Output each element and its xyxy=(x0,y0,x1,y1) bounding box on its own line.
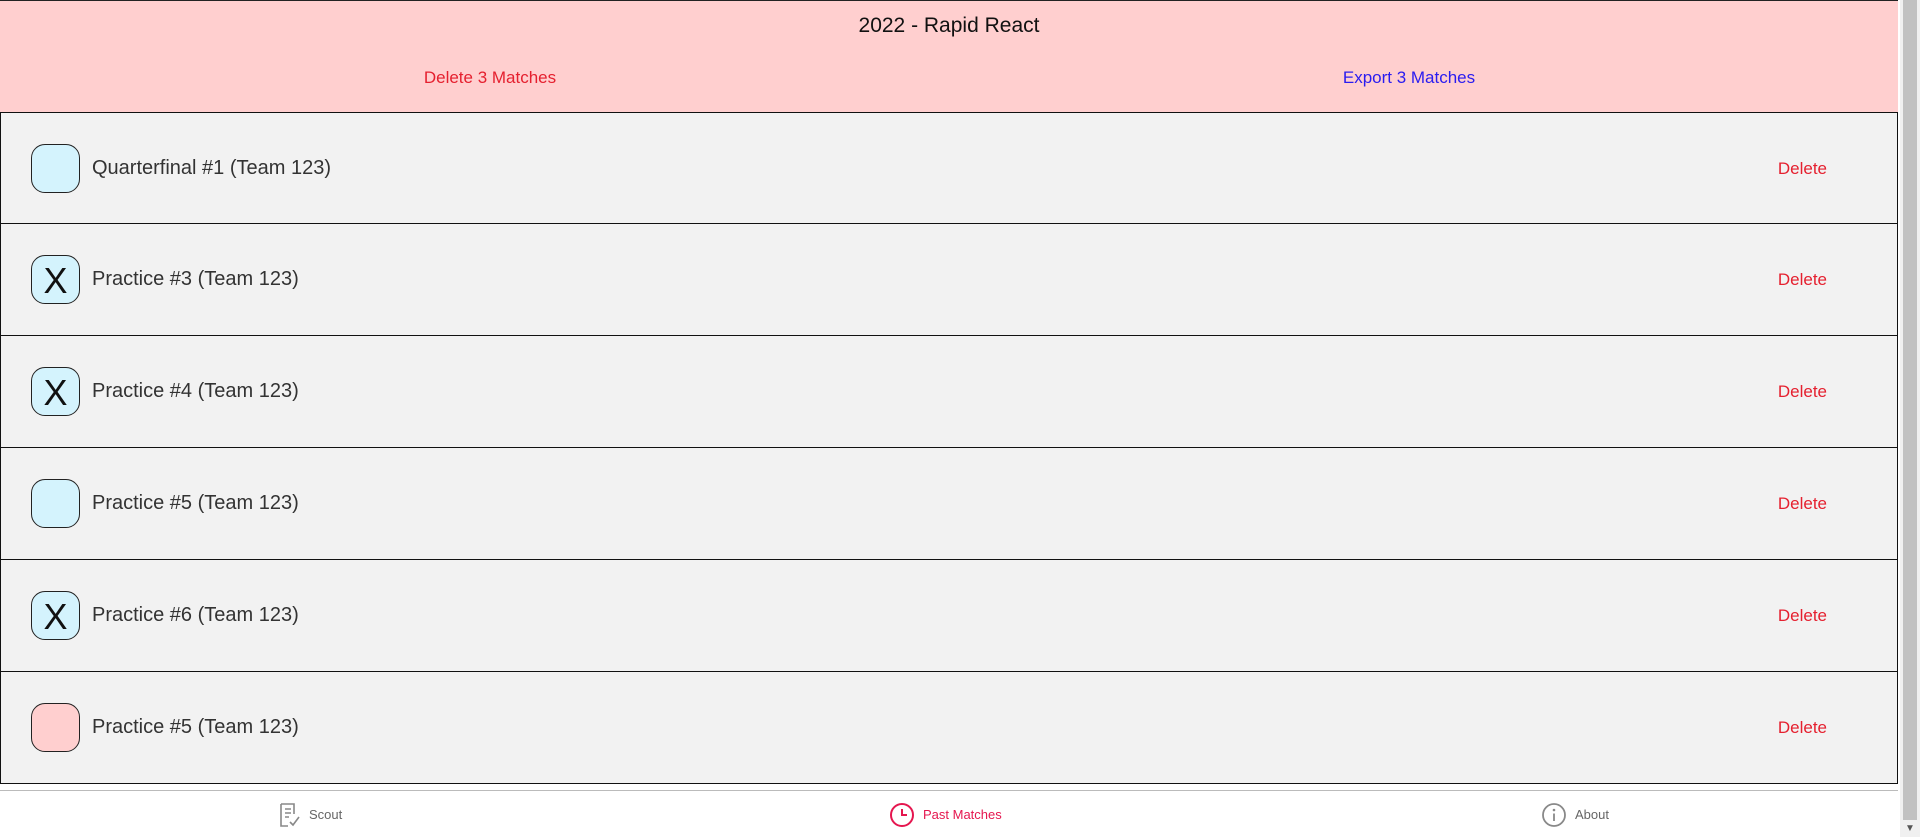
app-page: 2022 - Rapid React Delete 3 Matches Expo… xyxy=(0,0,1898,838)
tab-about[interactable]: About xyxy=(1541,791,1609,838)
tab-scout[interactable]: Scout xyxy=(277,791,342,838)
match-label[interactable]: Practice #3 (Team 123) xyxy=(92,268,299,291)
match-label[interactable]: Practice #4 (Team 123) xyxy=(92,380,299,403)
match-select-checkbox[interactable] xyxy=(31,479,80,528)
tab-past-matches[interactable]: Past Matches xyxy=(889,791,1002,838)
match-row: X Practice #4 (Team 123) Delete xyxy=(0,336,1898,448)
bottom-tab-bar: Scout Past Matches About xyxy=(0,790,1898,838)
tab-label: Scout xyxy=(309,807,343,822)
tab-label: About xyxy=(1575,807,1609,822)
match-label[interactable]: Practice #5 (Team 123) xyxy=(92,492,299,515)
export-selected-button[interactable]: Export 3 Matches xyxy=(920,68,1898,88)
scrollbar-thumb[interactable] xyxy=(1903,0,1917,820)
match-label[interactable]: Practice #6 (Team 123) xyxy=(92,604,299,627)
vertical-scrollbar[interactable]: ▼ xyxy=(1900,0,1920,837)
match-row: X Practice #3 (Team 123) Delete xyxy=(0,224,1898,336)
match-select-checkbox[interactable] xyxy=(31,144,80,193)
tab-label: Past Matches xyxy=(923,807,1002,822)
match-delete-button[interactable]: Delete xyxy=(1778,606,1827,626)
info-icon xyxy=(1542,802,1566,827)
match-select-checkbox[interactable]: X xyxy=(31,367,80,416)
scroll-down-arrow-icon[interactable]: ▼ xyxy=(1900,820,1920,837)
match-select-checkbox[interactable]: X xyxy=(31,255,80,304)
match-label[interactable]: Quarterfinal #1 (Team 123) xyxy=(92,157,331,180)
match-row: Practice #5 (Team 123) Delete xyxy=(0,672,1898,784)
header: 2022 - Rapid React Delete 3 Matches Expo… xyxy=(0,0,1898,112)
clipboard-check-icon xyxy=(280,802,300,827)
match-row: Quarterfinal #1 (Team 123) Delete xyxy=(0,112,1898,224)
delete-selected-button[interactable]: Delete 3 Matches xyxy=(0,68,980,88)
match-list: Quarterfinal #1 (Team 123) Delete X Prac… xyxy=(0,112,1898,784)
match-row: Practice #5 (Team 123) Delete xyxy=(0,448,1898,560)
match-delete-button[interactable]: Delete xyxy=(1778,718,1827,738)
clock-icon xyxy=(890,802,914,827)
page-title: 2022 - Rapid React xyxy=(858,14,1040,37)
match-delete-button[interactable]: Delete xyxy=(1778,270,1827,290)
match-select-checkbox[interactable]: X xyxy=(31,591,80,640)
match-delete-button[interactable]: Delete xyxy=(1778,382,1827,402)
match-delete-button[interactable]: Delete xyxy=(1778,494,1827,514)
match-select-checkbox[interactable] xyxy=(31,703,80,752)
match-delete-button[interactable]: Delete xyxy=(1778,159,1827,179)
match-label[interactable]: Practice #5 (Team 123) xyxy=(92,716,299,739)
match-row: X Practice #6 (Team 123) Delete xyxy=(0,560,1898,672)
